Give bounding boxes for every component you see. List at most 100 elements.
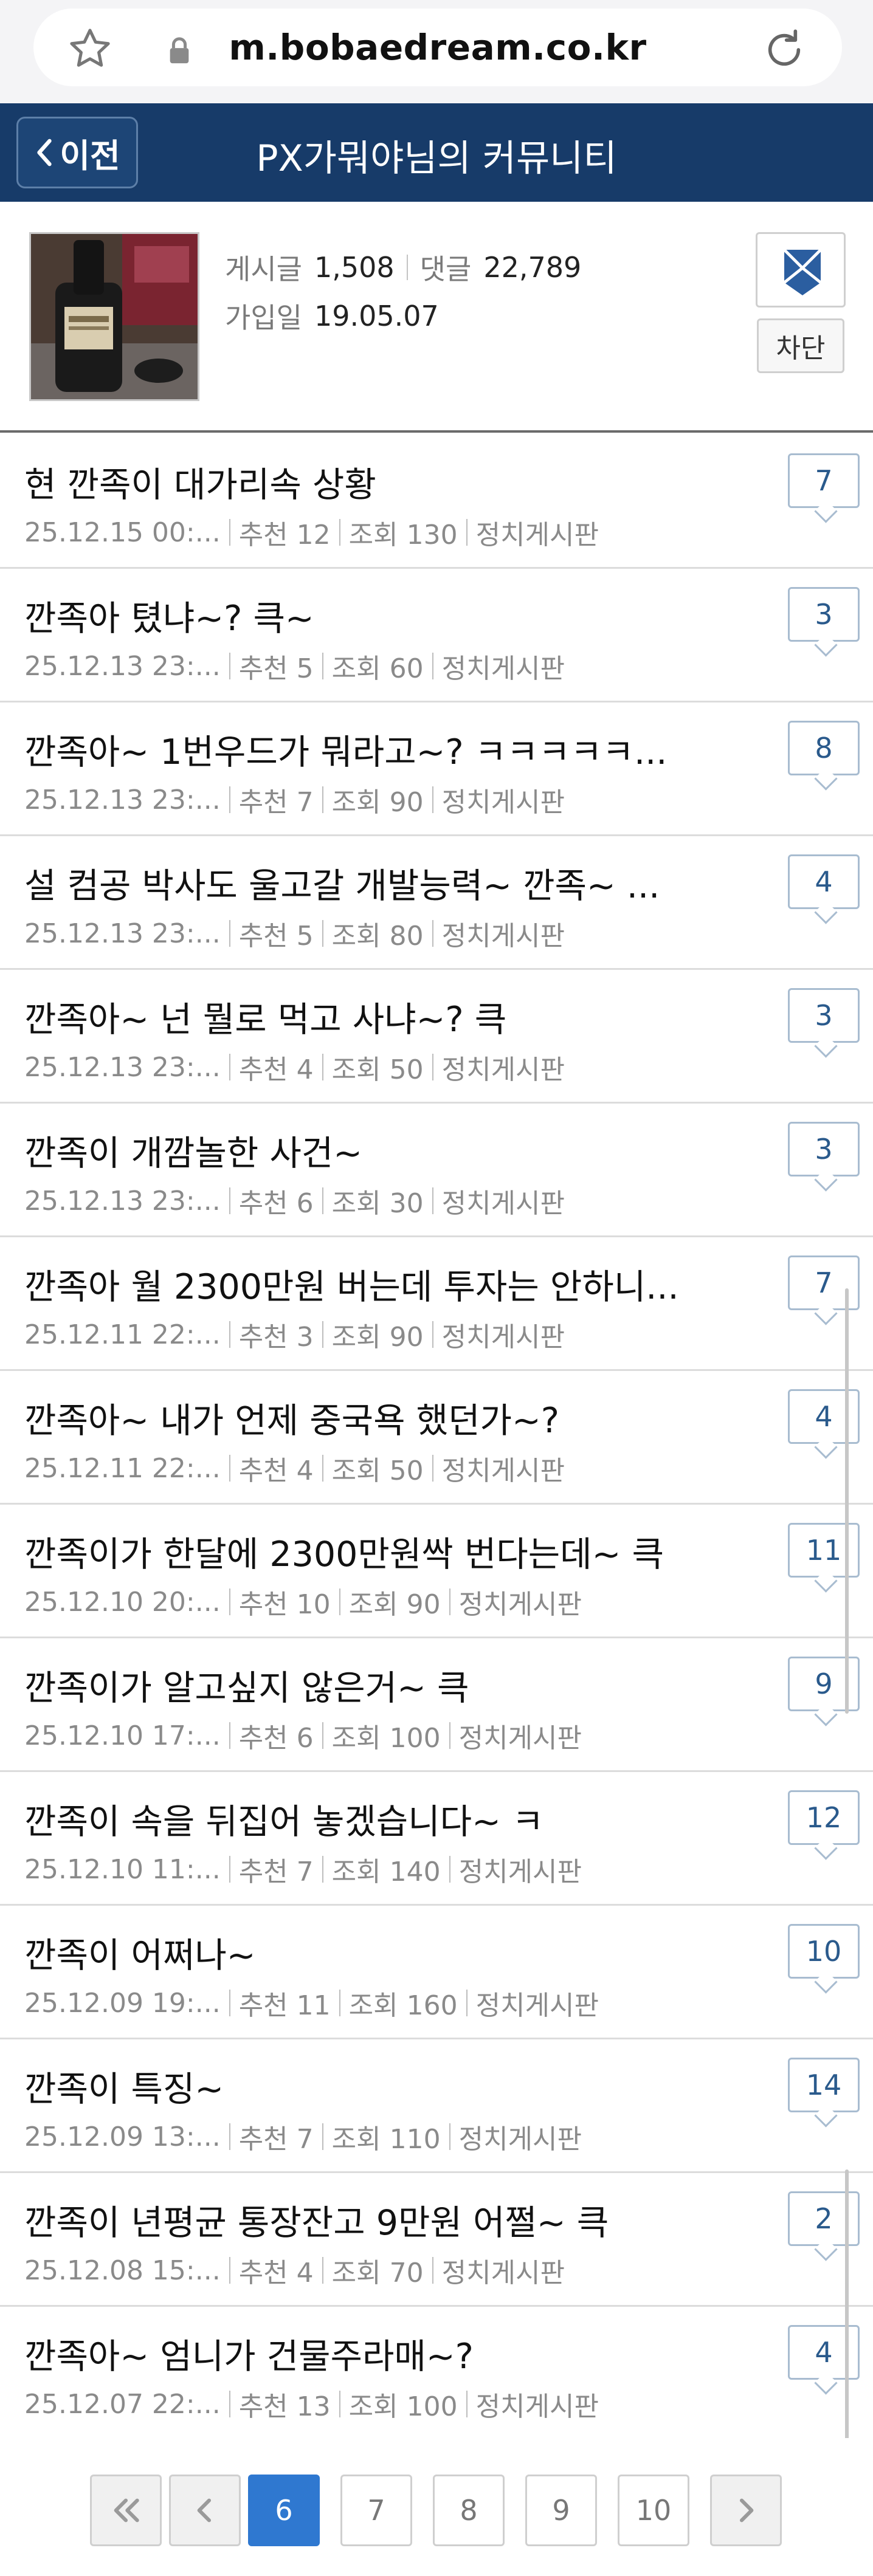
post-board: 정치게시판 (441, 2258, 565, 2289)
list-item[interactable]: 현 깐족이 대가리속 상황 25.12.15 00:... 추천 12 조회 130 정… (0, 435, 873, 569)
post-title[interactable]: 현 깐족이 대가리속 상황 (24, 457, 699, 507)
first-page-button[interactable] (90, 2475, 162, 2546)
post-date: 25.12.13 23:... (24, 784, 221, 816)
list-item[interactable]: 깐족이 어쩌나~ 25.12.09 19:... 추천 11 조회 160 정치게시판 1… (0, 1906, 873, 2039)
list-item[interactable]: 깐족아~ 1번우드가 뭐라고~? ㅋㅋㅋㅋㅋ... 25.12.13 23:...… (0, 702, 873, 836)
comment-count-badge[interactable]: 3 (788, 587, 860, 642)
block-button[interactable]: 차단 (757, 318, 844, 373)
divider (432, 1187, 433, 1214)
post-date: 25.12.13 23:... (24, 918, 221, 949)
page-title: PX가뭐야님의 커뮤니티 (256, 137, 617, 180)
page-button[interactable]: 8 (433, 2475, 505, 2546)
list-item[interactable]: 깐족아~ 내가 언제 중국욕 했던가~? 25.12.11 22:... 추천 4 조… (0, 1371, 873, 1505)
post-recommend: 추천 12 (238, 520, 331, 551)
scrollbar[interactable] (845, 1288, 849, 1714)
scrollbar[interactable] (845, 2169, 849, 2461)
list-item[interactable]: 깐족이 속을 뒤집어 놓겠습니다~ ㅋ 25.12.10 11:... 추천 7 조회… (0, 1772, 873, 1906)
list-item[interactable]: 깐족이가 알고싶지 않은거~ 큭 25.12.10 17:... 추천 6 조회 10… (0, 1638, 873, 1772)
comment-count-badge[interactable]: 4 (788, 2325, 860, 2380)
post-meta: 25.12.10 20:... 추천 10 조회 90 정치게시판 (24, 1582, 582, 1621)
post-title[interactable]: 깐족아~ 넌 뭘로 먹고 사냐~? 큭 (24, 992, 699, 1042)
divider (339, 1990, 340, 2016)
divider (339, 519, 340, 546)
comment-count-badge[interactable]: 4 (788, 854, 860, 909)
list-item[interactable]: 깐족이 특징~ 25.12.09 13:... 추천 7 조회 110 정치게시판 14 (0, 2039, 873, 2173)
list-item[interactable]: 깐족이가 한달에 2300만원싹 번다는데~ 큭 25.12.10 20:... 추… (0, 1505, 873, 1638)
comment-count-badge[interactable]: 14 (788, 2058, 860, 2112)
post-title[interactable]: 깐족이가 한달에 2300만원싹 번다는데~ 큭 (24, 1527, 699, 1576)
profile-stats: 게시글 1,508 댓글 22,789 가입일 19.05.07 (225, 243, 581, 340)
list-item[interactable]: 깐족아 텼냐~? 큭~ 25.12.13 23:... 추천 5 조회 60 정치게시판… (0, 569, 873, 702)
comment-count-badge[interactable]: 7 (788, 1255, 860, 1310)
comment-count-badge[interactable]: 3 (788, 988, 860, 1043)
post-date: 25.12.13 23:... (24, 650, 221, 682)
divider (229, 1856, 230, 1883)
prev-page-button[interactable] (169, 2475, 241, 2546)
reload-icon[interactable] (760, 26, 809, 74)
post-views: 조회 140 (331, 1856, 441, 1887)
page-button[interactable]: 10 (618, 2475, 689, 2546)
comment-count-badge[interactable]: 7 (788, 453, 860, 508)
divider (322, 1054, 323, 1080)
list-item[interactable]: 깐족아 월 2300만원 버는데 투자는 안하니... 25.12.11 22:.… (0, 1237, 873, 1371)
page-button[interactable]: 9 (525, 2475, 597, 2546)
comment-count-badge[interactable]: 12 (788, 1790, 860, 1845)
post-board: 정치게시판 (441, 921, 565, 952)
post-title[interactable]: 깐족이 개깜놀한 사건~ (24, 1125, 699, 1175)
comment-count-badge[interactable]: 3 (788, 1122, 860, 1176)
post-views: 조회 160 (348, 1990, 458, 2021)
comment-count-badge[interactable]: 9 (788, 1657, 860, 1711)
comment-count-badge[interactable]: 11 (788, 1523, 860, 1578)
page-button[interactable]: 6 (248, 2475, 320, 2546)
post-title[interactable]: 깐족이 특징~ (24, 2061, 699, 2111)
list-item[interactable]: 깐족아~ 엄니가 건물주라매~? 25.12.07 22:... 추천 13 조회 1… (0, 2307, 873, 2440)
divider (229, 1321, 230, 1348)
post-recommend: 추천 6 (238, 1723, 314, 1754)
post-views: 조회 90 (331, 1322, 424, 1353)
post-title[interactable]: 깐족아 텼냐~? 큭~ (24, 591, 699, 641)
post-title[interactable]: 깐족아~ 엄니가 건물주라매~? (24, 2329, 699, 2379)
comment-count-badge[interactable]: 2 (788, 2191, 860, 2246)
post-meta: 25.12.13 23:... 추천 5 조회 60 정치게시판 (24, 647, 565, 685)
next-page-button[interactable] (710, 2475, 782, 2546)
user-badge[interactable] (756, 232, 846, 307)
post-title[interactable]: 깐족아 월 2300만원 버는데 투자는 안하니... (24, 1259, 699, 1309)
comment-count-badge[interactable]: 8 (788, 721, 860, 775)
post-title[interactable]: 설 컴공 박사도 울고갈 개발능력~ 깐족~ ... (24, 858, 699, 908)
post-title[interactable]: 깐족아~ 내가 언제 중국욕 했던가~? (24, 1393, 699, 1443)
post-recommend: 추천 13 (238, 2391, 331, 2422)
post-title[interactable]: 깐족이 년평균 통장잔고 9만원 어쩔~ 큭 (24, 2195, 699, 2245)
chevron-left-icon (197, 2498, 212, 2523)
page-button[interactable]: 7 (340, 2475, 412, 2546)
post-meta: 25.12.09 13:... 추천 7 조회 110 정치게시판 (24, 2117, 582, 2156)
joined-label: 가입일 (225, 301, 302, 334)
post-title[interactable]: 깐족이 어쩌나~ (24, 1928, 699, 1977)
list-item[interactable]: 깐족이 년평균 통장잔고 9만원 어쩔~ 큭 25.12.08 15:... 추천 … (0, 2173, 873, 2307)
address-bar[interactable]: m.bobaedream.co.kr (33, 9, 842, 86)
comment-count-badge[interactable]: 4 (788, 1389, 860, 1444)
post-views: 조회 90 (348, 1589, 441, 1620)
divider (229, 1990, 230, 2016)
divider (432, 653, 433, 679)
divider (229, 1054, 230, 1080)
posts-label: 게시글 (225, 253, 302, 286)
post-board: 정치게시판 (441, 1455, 565, 1486)
post-title[interactable]: 깐족이가 알고싶지 않은거~ 큭 (24, 1660, 699, 1710)
divider (449, 1856, 450, 1883)
list-item[interactable]: 깐족이 개깜놀한 사건~ 25.12.13 23:... 추천 6 조회 30 정치게시… (0, 1104, 873, 1237)
post-title[interactable]: 깐족이 속을 뒤집어 놓겠습니다~ ㅋ (24, 1794, 699, 1844)
divider (322, 1187, 323, 1214)
divider (466, 2391, 468, 2417)
list-item[interactable]: 설 컴공 박사도 울고갈 개발능력~ 깐족~ ... 25.12.13 23:..… (0, 836, 873, 970)
avatar (29, 232, 199, 401)
divider (322, 786, 323, 813)
list-item[interactable]: 깐족아~ 넌 뭘로 먹고 사냐~? 큭 25.12.13 23:... 추천 4 조회… (0, 970, 873, 1104)
post-recommend: 추천 7 (238, 1856, 314, 1887)
post-views: 조회 50 (331, 1455, 424, 1486)
post-board: 정치게시판 (475, 2391, 599, 2422)
url-text[interactable]: m.bobaedream.co.kr (33, 27, 842, 68)
post-views: 조회 100 (348, 2391, 458, 2422)
post-title[interactable]: 깐족아~ 1번우드가 뭐라고~? ㅋㅋㅋㅋㅋ... (24, 724, 699, 774)
comment-count-badge[interactable]: 10 (788, 1924, 860, 1979)
post-recommend: 추천 5 (238, 653, 314, 684)
